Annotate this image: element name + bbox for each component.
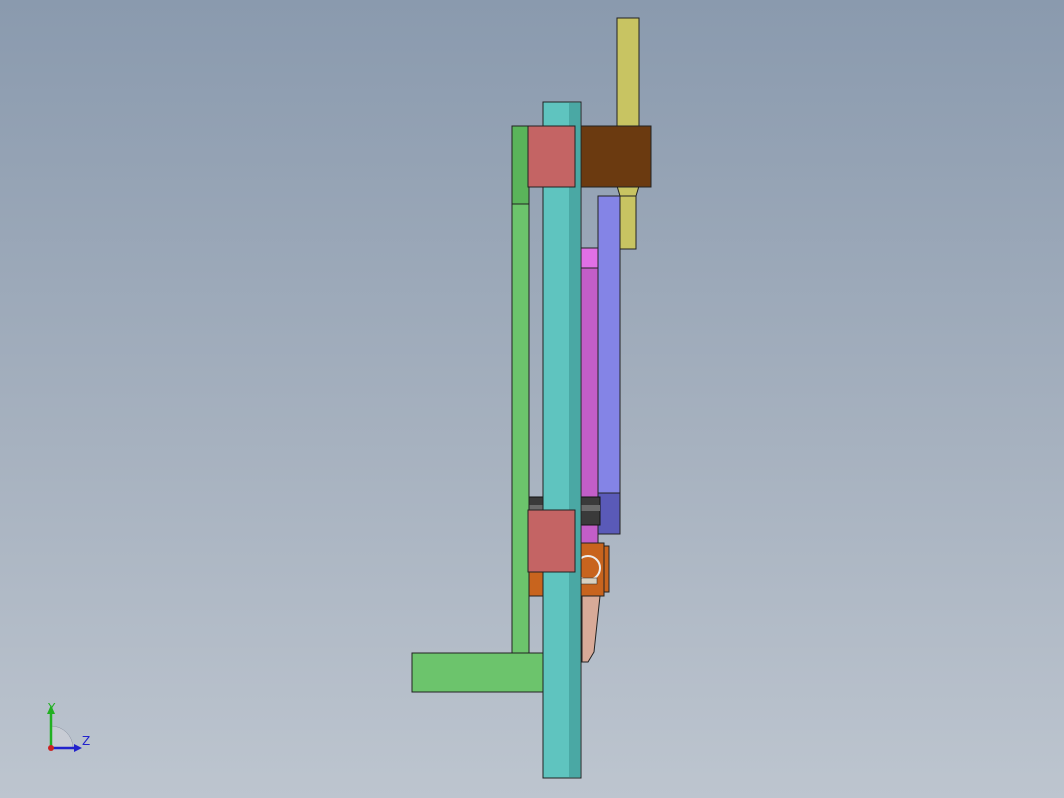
model-view: [411, 17, 652, 779]
orange-bracket-tab: [603, 545, 610, 593]
green-frame-vertical: [511, 125, 530, 657]
z-axis-label: Z: [82, 734, 90, 748]
bearing-slot: [578, 577, 598, 585]
graphics-viewport[interactable]: Y Z: [0, 0, 1064, 798]
teal-column-shade: [569, 103, 580, 777]
z-axis-arrow: [74, 744, 82, 752]
red-block-lower: [527, 509, 576, 573]
tan-wedge: [581, 595, 601, 663]
green-base-plate: [411, 652, 552, 693]
x-axis-dot: [48, 745, 54, 751]
blue-plate-foot: [597, 492, 621, 535]
triad-quarter-disc: [50, 725, 74, 749]
blue-plate: [597, 195, 621, 497]
coordinate-triad: Y Z: [47, 701, 90, 752]
y-axis-label: Y: [47, 701, 56, 715]
green-frame-top: [511, 125, 530, 205]
brown-block: [580, 125, 652, 188]
olive-rod-upper: [616, 17, 640, 129]
magenta-plate-cap: [579, 247, 599, 269]
red-block-upper: [527, 125, 576, 188]
